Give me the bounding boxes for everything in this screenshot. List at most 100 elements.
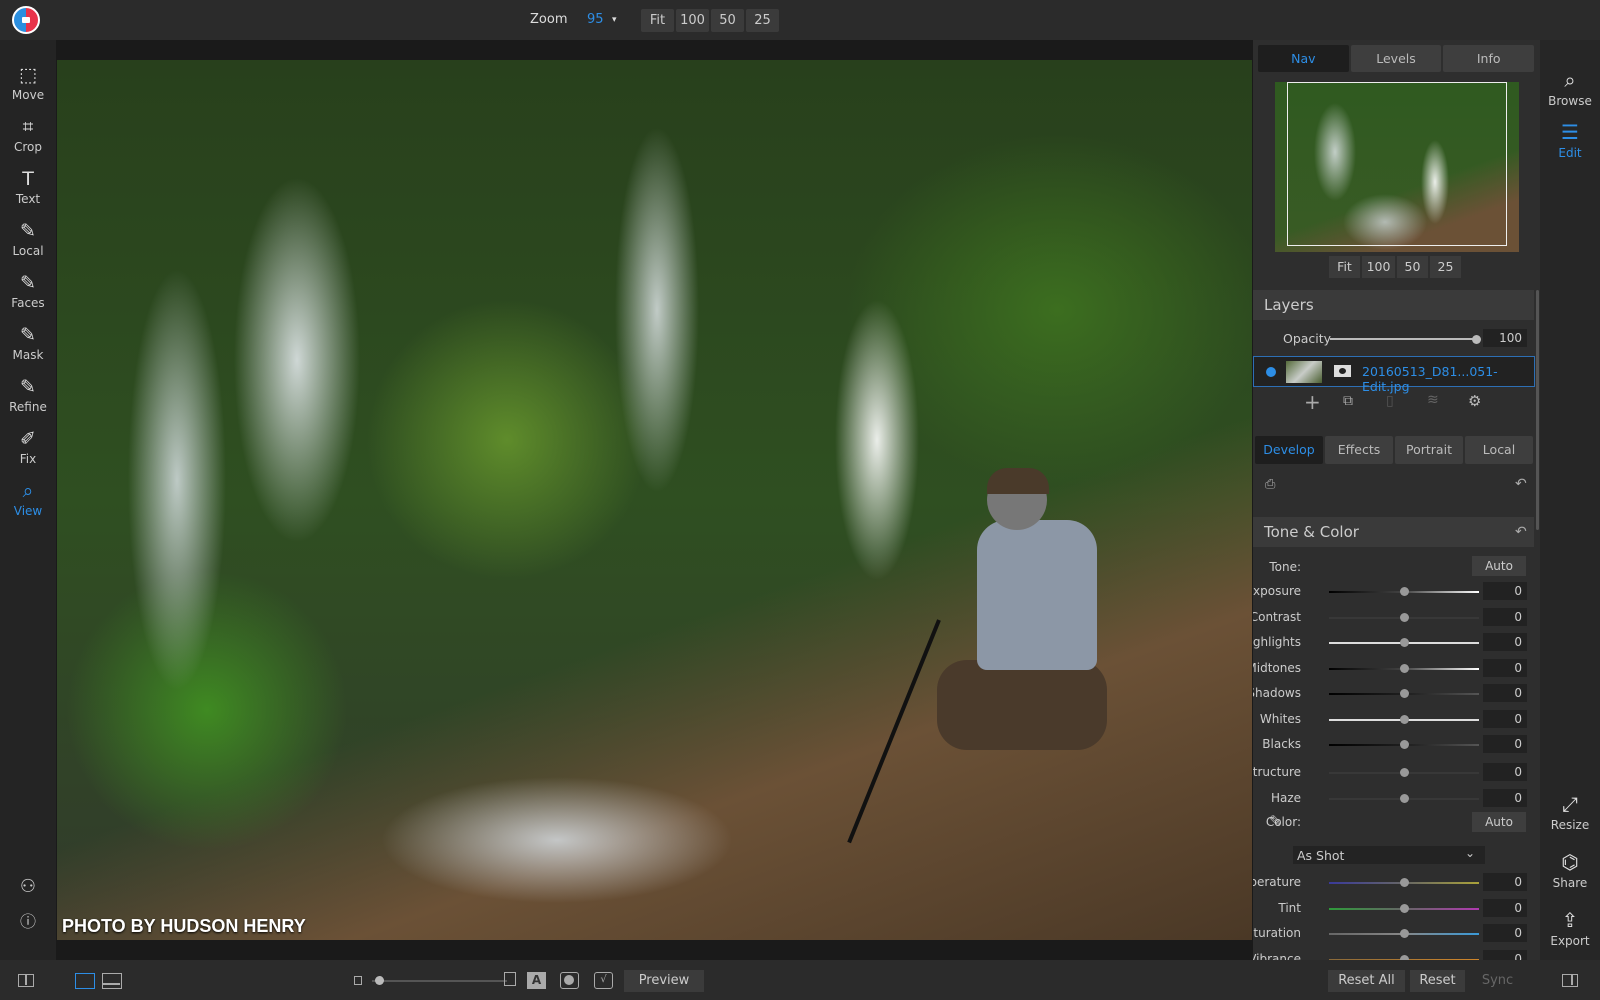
layer-mask-icon[interactable]: [1334, 365, 1351, 377]
undo-icon[interactable]: ↶: [1515, 476, 1527, 492]
shadows-slider-knob[interactable]: [1400, 689, 1409, 698]
tint-slider-knob[interactable]: [1400, 903, 1409, 913]
preset-import-icon[interactable]: ⎙: [1265, 477, 1275, 492]
reset-button[interactable]: Reset: [1410, 970, 1465, 992]
whites-slider[interactable]: [1329, 714, 1479, 724]
tab-info[interactable]: Info: [1443, 45, 1535, 72]
help-icon[interactable]: ⓘ: [0, 908, 56, 932]
temperature-value[interactable]: 0: [1483, 873, 1527, 891]
reset-all-button[interactable]: Reset All: [1328, 970, 1405, 992]
haze-slider-knob[interactable]: [1400, 793, 1409, 803]
structure-slider[interactable]: [1329, 768, 1479, 777]
contrast-slider-knob[interactable]: [1400, 612, 1409, 622]
zoom-fit-button[interactable]: Fit: [641, 9, 674, 32]
tool-move[interactable]: ⬚ Move: [0, 64, 56, 102]
tab-local[interactable]: Local: [1465, 436, 1533, 464]
resize-button[interactable]: ⤢ Resize: [1540, 792, 1600, 832]
opacity-value[interactable]: 100: [1483, 329, 1527, 347]
export-button[interactable]: ⇪ Export: [1540, 908, 1600, 948]
chevron-down-icon[interactable]: ▾: [612, 15, 617, 25]
exposure-slider[interactable]: [1329, 587, 1479, 596]
app-logo[interactable]: [12, 6, 40, 34]
exposure-value[interactable]: 0: [1483, 582, 1527, 600]
nav-fit-button[interactable]: Fit: [1329, 256, 1360, 278]
whites-slider-knob[interactable]: [1400, 714, 1409, 724]
color-auto-button[interactable]: Auto: [1472, 812, 1526, 832]
saturation-value[interactable]: 0: [1483, 924, 1527, 942]
single-view-icon[interactable]: [75, 973, 95, 989]
tool-refine[interactable]: ✎ Refine: [0, 376, 56, 414]
compare-icon[interactable]: √: [594, 972, 613, 989]
temperature-slider-knob[interactable]: [1400, 878, 1409, 887]
shadows-slider[interactable]: [1329, 689, 1479, 698]
whites-value[interactable]: 0: [1483, 709, 1527, 728]
shadows-value[interactable]: 0: [1483, 684, 1527, 702]
tool-view[interactable]: ⌕ View: [0, 480, 56, 518]
layers-header[interactable]: Layers: [1253, 290, 1534, 320]
user-icon[interactable]: ⚇: [0, 876, 56, 897]
nav-25-button[interactable]: 25: [1430, 256, 1461, 278]
zoom-50-button[interactable]: 50: [711, 9, 744, 32]
tool-fix[interactable]: ✐ Fix: [0, 428, 56, 466]
tab-develop[interactable]: Develop: [1255, 436, 1323, 464]
toggle-left-panel-icon[interactable]: [18, 974, 34, 987]
layer-row[interactable]: 20160513_D81...051-Edit.jpg: [1253, 356, 1535, 394]
mask-overlay-icon[interactable]: [560, 972, 579, 989]
photo-canvas[interactable]: [57, 60, 1252, 940]
filmstrip-view-icon[interactable]: [102, 973, 122, 989]
edit-button[interactable]: ☰ Edit: [1540, 120, 1600, 160]
duplicate-layer-icon[interactable]: ⧉: [1343, 393, 1353, 409]
opacity-slider[interactable]: [1330, 335, 1481, 344]
text-overlay-icon[interactable]: A: [527, 972, 546, 989]
nav-100-button[interactable]: 100: [1362, 256, 1395, 278]
tool-local[interactable]: ✎ Local: [0, 220, 56, 258]
blacks-slider[interactable]: [1329, 740, 1479, 749]
share-button[interactable]: ⌬ Share: [1540, 850, 1600, 890]
contrast-value[interactable]: 0: [1483, 607, 1527, 626]
vibrance-value[interactable]: 0: [1483, 949, 1527, 960]
tab-levels[interactable]: Levels: [1350, 45, 1442, 72]
navigator-viewport-frame[interactable]: [1287, 82, 1507, 246]
tab-portrait[interactable]: Portrait: [1395, 436, 1463, 464]
navigator-thumbnail[interactable]: [1275, 82, 1519, 252]
structure-value[interactable]: 0: [1483, 763, 1527, 781]
structure-slider-knob[interactable]: [1400, 768, 1409, 777]
midtones-slider[interactable]: [1329, 663, 1479, 673]
tone-auto-button[interactable]: Auto: [1472, 556, 1526, 576]
tone-color-header[interactable]: Tone & Color: [1253, 517, 1534, 547]
tool-text[interactable]: T Text: [0, 168, 56, 206]
tint-slider[interactable]: [1329, 903, 1479, 913]
thumbnail-size-slider[interactable]: [372, 976, 507, 985]
haze-slider[interactable]: [1329, 793, 1479, 803]
exposure-slider-knob[interactable]: [1400, 587, 1409, 596]
toggle-right-panel-icon[interactable]: [1562, 974, 1578, 987]
preview-button[interactable]: Preview: [624, 970, 704, 992]
tint-value[interactable]: 0: [1483, 898, 1527, 917]
white-balance-dropdown[interactable]: As Shot ⌄: [1293, 846, 1485, 864]
saturation-slider[interactable]: [1329, 929, 1479, 938]
haze-value[interactable]: 0: [1483, 788, 1527, 807]
layer-visibility-icon[interactable]: [1266, 367, 1276, 377]
midtones-value[interactable]: 0: [1483, 658, 1527, 677]
add-layer-icon[interactable]: +: [1304, 390, 1321, 414]
contrast-slider[interactable]: [1329, 612, 1479, 622]
blacks-value[interactable]: 0: [1483, 735, 1527, 753]
blacks-slider-knob[interactable]: [1400, 740, 1409, 749]
temperature-slider[interactable]: [1329, 878, 1479, 887]
zoom-25-button[interactable]: 25: [746, 9, 779, 32]
highlights-slider-knob[interactable]: [1400, 638, 1409, 647]
midtones-slider-knob[interactable]: [1400, 663, 1409, 673]
tool-mask[interactable]: ✎ Mask: [0, 324, 56, 362]
zoom-value[interactable]: 95: [587, 12, 604, 27]
layer-name[interactable]: 20160513_D81...051-Edit.jpg: [1362, 364, 1534, 394]
tool-faces[interactable]: ✎ Faces: [0, 272, 56, 310]
highlights-slider[interactable]: [1329, 638, 1479, 647]
tab-effects[interactable]: Effects: [1325, 436, 1393, 464]
layer-settings-gear-icon[interactable]: ⚙: [1468, 392, 1481, 410]
browse-button[interactable]: ⌕ Browse: [1540, 68, 1600, 108]
tab-nav[interactable]: Nav: [1258, 45, 1349, 72]
panel-scrollbar[interactable]: [1536, 290, 1539, 530]
zoom-100-button[interactable]: 100: [676, 9, 709, 32]
nav-50-button[interactable]: 50: [1397, 256, 1428, 278]
highlights-value[interactable]: 0: [1483, 633, 1527, 651]
